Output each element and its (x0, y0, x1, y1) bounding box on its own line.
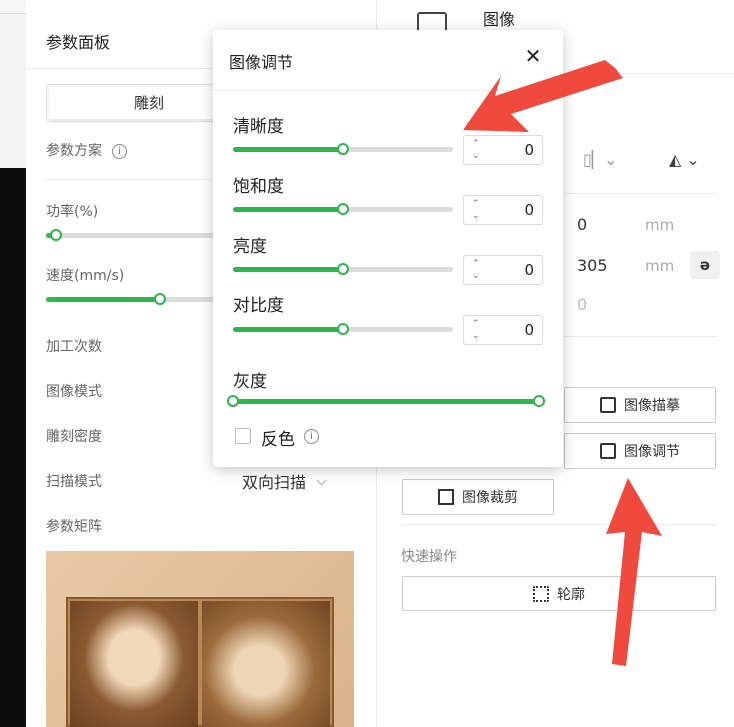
outline-button[interactable]: 轮廓 (402, 576, 716, 611)
cat-image (202, 601, 330, 727)
ruler (0, 0, 26, 14)
saturation-slider-handle[interactable] (337, 203, 349, 215)
saturation-value: 0 (524, 201, 534, 219)
brightness-slider-fill (233, 267, 343, 272)
speed-label: 速度(mm/s) (46, 268, 125, 284)
x-position-value[interactable]: 0 (577, 215, 587, 234)
divider (401, 524, 717, 525)
image-adjust-button[interactable]: 图像调节 (564, 433, 716, 469)
image-adjust-label: 图像调节 (624, 444, 680, 460)
outline-label: 轮廓 (557, 586, 585, 603)
image-crop-label: 图像裁剪 (462, 490, 518, 506)
stepper-down-icon[interactable]: ⌄ (472, 332, 480, 341)
stepper-up-icon[interactable]: ⌃ (472, 260, 480, 269)
contrast-slider[interactable] (233, 323, 453, 335)
power-slider[interactable] (46, 229, 236, 241)
speed-slider-handle[interactable] (154, 293, 166, 305)
brightness-label: 亮度 (233, 237, 267, 257)
invert-checkbox[interactable] (235, 428, 251, 444)
canvas-dark-region (0, 168, 26, 727)
sharpness-stepper[interactable]: ⌃ ⌄ 0 (463, 135, 543, 165)
quick-ops-label: 快速操作 (401, 549, 457, 565)
contrast-slider-handle[interactable] (337, 323, 349, 335)
stepper-up-icon[interactable]: ⌃ (472, 200, 480, 209)
gray-label: 灰度 (233, 372, 267, 392)
saturation-label: 饱和度 (233, 177, 284, 197)
stepper-down-icon[interactable]: ⌄ (472, 212, 480, 221)
stepper-up-icon[interactable]: ⌃ (472, 140, 480, 149)
sharpness-slider-handle[interactable] (337, 143, 349, 155)
image-trace-button[interactable]: 图像描摹 (564, 387, 716, 423)
contrast-value: 0 (524, 321, 534, 339)
image-preview (46, 551, 354, 727)
gray-max-handle[interactable] (533, 395, 545, 407)
brightness-slider-handle[interactable] (337, 263, 349, 275)
scheme-row: 参数方案 i (46, 140, 127, 160)
scan-mode-select[interactable]: 双向扫描 (242, 469, 327, 493)
y-position-value[interactable]: 305 (577, 256, 608, 275)
speed-slider-fill (46, 297, 160, 302)
gray-range-slider[interactable] (227, 395, 545, 407)
stepper-down-icon[interactable]: ⌄ (472, 272, 480, 281)
flip-horizontal-icon[interactable]: ◭ ⌄ (669, 150, 700, 169)
power-slider-handle[interactable] (50, 229, 62, 241)
saturation-slider-fill (233, 207, 343, 212)
scan-mode-label: 扫描模式 (46, 474, 102, 490)
gray-min-handle[interactable] (227, 395, 239, 407)
contrast-slider-fill (233, 327, 343, 332)
sliders-icon (600, 443, 616, 459)
scheme-label: 参数方案 (46, 143, 102, 159)
outline-icon (533, 585, 549, 602)
panel-title: 参数面板 (46, 33, 111, 52)
crop-icon (438, 489, 454, 505)
sharpness-label: 清晰度 (233, 117, 284, 137)
lock-ratio-icon[interactable]: ə (690, 251, 720, 279)
contrast-stepper[interactable]: ⌃ ⌄ 0 (463, 315, 543, 345)
brightness-value: 0 (524, 261, 534, 279)
sharpness-slider[interactable] (233, 143, 453, 155)
rotation-value[interactable]: 0 (577, 295, 587, 314)
portrait-image (70, 601, 198, 727)
power-label: 功率(%) (46, 204, 99, 220)
dialog-title: 图像调节 (229, 53, 294, 72)
info-icon[interactable]: i (304, 429, 319, 444)
object-type-title: 图像 (483, 10, 516, 29)
image-mode-label: 图像模式 (46, 384, 102, 400)
image-adjust-dialog: 图像调节 ✕ 清晰度 ⌃ ⌄ 0 饱和度 ⌃ ⌄ 0 亮度 ⌃ ⌄ 0 对比度 … (213, 30, 563, 467)
sharpness-slider-fill (233, 147, 343, 152)
align-icon[interactable]: ▯▏⌄ (583, 150, 618, 169)
density-label: 雕刻密度 (46, 429, 102, 445)
contrast-label: 对比度 (233, 296, 284, 316)
speed-slider[interactable] (46, 293, 236, 305)
image-trace-icon (600, 397, 616, 413)
saturation-stepper[interactable]: ⌃ ⌄ 0 (463, 195, 543, 225)
unit-label: mm (645, 257, 675, 275)
stepper-down-icon[interactable]: ⌄ (472, 152, 480, 161)
brightness-stepper[interactable]: ⌃ ⌄ 0 (463, 255, 543, 285)
passes-label: 加工次数 (46, 339, 102, 355)
invert-label: 反色 (261, 430, 295, 450)
chevron-down-icon (316, 475, 327, 486)
divider (213, 90, 563, 91)
unit-label: mm (645, 216, 675, 234)
sharpness-value: 0 (524, 141, 534, 159)
brightness-slider[interactable] (233, 263, 453, 275)
image-crop-button[interactable]: 图像裁剪 (402, 479, 554, 515)
info-icon[interactable]: i (112, 143, 127, 159)
matrix-label: 参数矩阵 (46, 519, 102, 535)
scan-mode-value: 双向扫描 (242, 473, 307, 492)
canvas-area[interactable] (0, 0, 26, 727)
image-trace-label: 图像描摹 (624, 398, 680, 414)
stepper-up-icon[interactable]: ⌃ (472, 320, 480, 329)
close-icon[interactable]: ✕ (521, 44, 545, 68)
saturation-slider[interactable] (233, 203, 453, 215)
